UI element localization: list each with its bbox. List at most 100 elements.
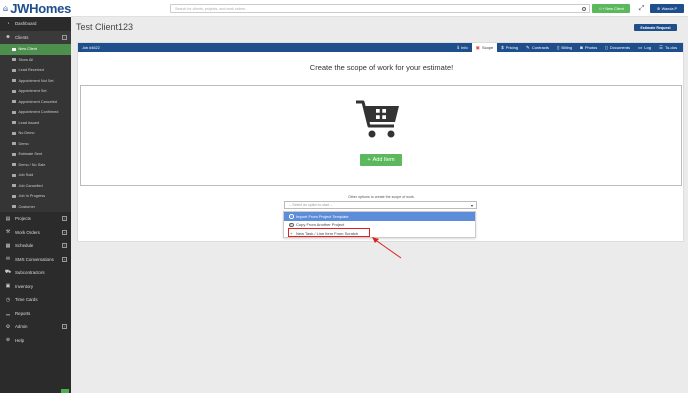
tab-photos[interactable]: ◙ Photos [576, 43, 601, 52]
collapse-icon[interactable]: − [62, 34, 67, 40]
search-icon[interactable] [581, 6, 586, 11]
sidebar-subitem-lead-received[interactable]: Lead Received [0, 65, 71, 76]
option-import-template[interactable]: ↓ Import From Project Template [284, 212, 475, 221]
fullscreen-icon[interactable]: ⤢ [637, 4, 646, 13]
tab-contracts[interactable]: ✎ Contracts [522, 43, 553, 52]
sidebar-subitem-estimate-sent[interactable]: Estimate Sent [0, 149, 71, 160]
sidebar-item-projects[interactable]: ▤ Projects + [0, 212, 71, 226]
add-item-button[interactable]: + Add Item [360, 154, 402, 166]
sidebar-subitem-label: Appointment Canceled [18, 99, 57, 104]
user-name: Wanda P [661, 6, 678, 11]
estimate-request-button[interactable]: Estimate Request [634, 24, 677, 31]
folder-icon [12, 68, 16, 72]
sidebar-subitem-new-client[interactable]: New Client [0, 44, 71, 55]
sidebar-subitem-label: Show All [18, 57, 34, 62]
sidebar-item-admin[interactable]: ⚙ Admin + [0, 320, 71, 334]
sidebar-item-sms-conversations[interactable]: ✉ SMS Conversations + [0, 253, 71, 267]
logo-text: JWHomes [10, 1, 71, 16]
shopping-cart-icon [356, 100, 399, 138]
sidebar-subitem-label: Job In Progress [18, 194, 46, 199]
sidebar-item-help[interactable]: ⊕ Help [0, 334, 71, 348]
expand-icon[interactable]: + [62, 243, 67, 248]
new-client-button[interactable]: ☺+ New Client [592, 4, 630, 13]
add-item-label: Add Item [372, 157, 395, 163]
tab-todos[interactable]: ☰ To-dos [655, 43, 681, 52]
sidebar-item-dashboard[interactable]: ◔ Dashboard [0, 17, 71, 31]
tab-billing[interactable]: ▯ Billing [553, 43, 576, 52]
sidebar-subitem-customer[interactable]: Customer [0, 201, 71, 212]
sidebar-subitem-demo[interactable]: Demo [0, 138, 71, 149]
folder-icon [12, 205, 16, 209]
sidebar-item-clients[interactable]: ☻ Clients − [0, 30, 71, 44]
sidebar-subitem-lead-issued[interactable]: Lead Issued [0, 117, 71, 128]
wrench-icon: ⚒ [5, 229, 11, 236]
tab-pricing[interactable]: $ Pricing [497, 43, 522, 52]
tab-label: Contracts [531, 45, 549, 50]
users-icon: ☻ [5, 34, 11, 41]
document-icon: ▯ [605, 44, 608, 50]
plus-icon: + [367, 157, 371, 163]
import-icon: ↓ [289, 214, 294, 219]
sidebar-subitem-show-all[interactable]: Show All [0, 54, 71, 65]
chat-icon: ▭ [637, 44, 643, 50]
sidebar-subitem-job-cancelled[interactable]: Job Cancelled [0, 180, 71, 191]
expand-icon[interactable]: + [62, 216, 67, 221]
list-icon [12, 58, 16, 62]
sidebar-subitem-appointment-confirmed[interactable]: Appointment Confirmed [0, 107, 71, 118]
sidebar-subitem-no-demo[interactable]: No Demo [0, 128, 71, 139]
sidebar-item-label: Help [15, 337, 25, 343]
sidebar-subitem-label: Lead Received [18, 68, 44, 73]
sidebar-item-schedule[interactable]: ▦ Schedule + [0, 239, 71, 253]
new-client-label: New Client [605, 6, 624, 11]
tab-scope[interactable]: ▣ Scope [471, 43, 498, 52]
sidebar-subitem-label: New Client [18, 47, 37, 52]
sidebar-subitem-appointment-canceled[interactable]: Appointment Canceled [0, 96, 71, 107]
sidebar-item-label: Projects [15, 216, 31, 222]
option-label: Copy From Another Project [296, 222, 345, 228]
expand-icon[interactable]: + [62, 229, 67, 235]
logo[interactable]: JWHomes [0, 0, 71, 17]
tab-info[interactable]: ℹ Info [453, 43, 471, 52]
folder-icon [12, 163, 16, 167]
tab-label: Info [461, 45, 468, 50]
expand-icon[interactable]: + [62, 256, 67, 262]
tab-log[interactable]: ▭ Log [634, 43, 655, 52]
add-user-icon: ☺+ [598, 6, 606, 11]
sidebar-subitem-label: Demo [18, 141, 29, 146]
sidebar-item-label: Subcontractors [15, 270, 45, 276]
tab-label: Log [644, 45, 651, 50]
billing-icon: ▯ [556, 44, 560, 50]
sidebar-subitem-label: Estimate Sent [18, 152, 43, 157]
sidebar-subitem-job-in-progress[interactable]: Job In Progress [0, 191, 71, 202]
sidebar-item-label: Reports [15, 310, 31, 316]
search-input[interactable]: Search for clients, projects, and work o… [170, 4, 590, 13]
sidebar-subitem-label: Demo / No Sale [18, 162, 46, 167]
sidebar-subitem-job-sold[interactable]: Job Sold [0, 170, 71, 181]
folder-icon [12, 142, 16, 146]
list-icon: ☰ [658, 44, 663, 50]
sidebar-item-time-cards[interactable]: ◷ Time Cards [0, 293, 71, 307]
sidebar-subitem-appointment-not-set[interactable]: Appointment Not Set [0, 75, 71, 86]
tab-documents[interactable]: ▯ Documents [601, 43, 634, 52]
sidebar-item-subcontractors[interactable]: ⛟ Subcontractors [0, 266, 71, 280]
sidebar-item-work-orders[interactable]: ⚒ Work Orders + [0, 226, 71, 240]
chart-icon: ▁ [6, 310, 10, 317]
scope-empty-state: + Add Item [80, 85, 682, 186]
tab-label: Pricing [505, 45, 519, 50]
sidebar-item-inventory[interactable]: ▣ Inventory [0, 280, 71, 294]
scope-option-select[interactable]: -- Select an option to start -- [284, 201, 477, 209]
sidebar-subitem-appointment-set[interactable]: Appointment Set [0, 86, 71, 97]
folder-icon [12, 184, 16, 188]
sidebar-subitem-demo-no-sale[interactable]: Demo / No Sale [0, 159, 71, 170]
sidebar-subitem-label: Appointment Not Set [18, 78, 54, 83]
user-menu-button[interactable]: ⊚ Wanda P [650, 4, 684, 13]
help-icon: ⊕ [5, 337, 11, 344]
search-placeholder: Search for clients, projects, and work o… [175, 6, 246, 11]
sidebar-subitem-label: Appointment Confirmed [18, 110, 59, 115]
box-icon: ▣ [5, 283, 11, 290]
sidebar-item-label: Inventory [15, 283, 34, 289]
select-placeholder: -- Select an option to start -- [289, 203, 333, 207]
chat-widget-tab[interactable] [61, 389, 69, 393]
expand-icon[interactable]: + [62, 324, 67, 329]
sidebar-item-reports[interactable]: ▁ Reports [0, 307, 71, 321]
